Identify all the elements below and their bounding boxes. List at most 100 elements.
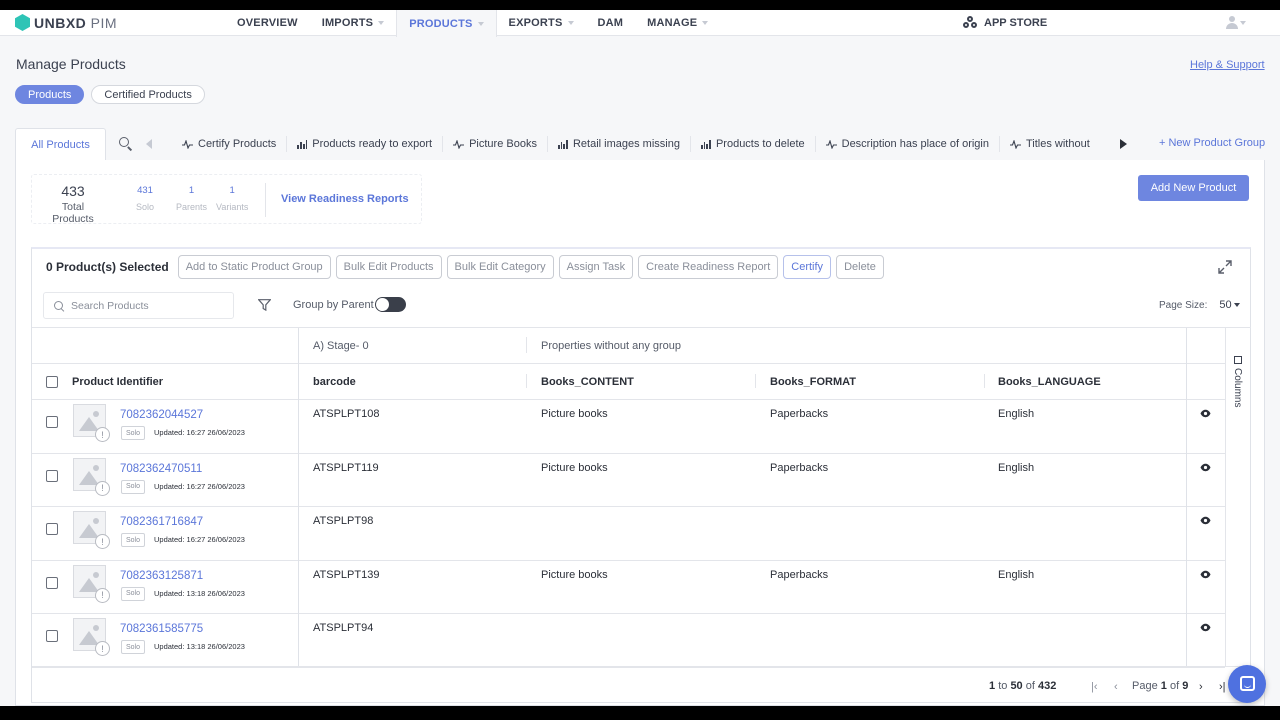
eye-icon[interactable] — [1200, 516, 1211, 525]
row-checkbox[interactable] — [46, 630, 58, 642]
group-tab[interactable]: Picture Books — [443, 136, 548, 152]
eye-icon[interactable] — [1200, 623, 1211, 632]
solo-badge: Solo — [121, 479, 146, 494]
scroll-left-icon[interactable] — [146, 139, 152, 149]
solo-badge: Solo — [121, 640, 146, 654]
row-checkbox[interactable] — [46, 416, 58, 428]
chevron-down-icon — [1240, 20, 1246, 25]
new-product-group-link[interactable]: + New Product Group — [1159, 137, 1265, 149]
search-icon[interactable] — [119, 137, 133, 151]
group-tab[interactable]: Retail images missing — [548, 136, 691, 152]
column-group-row: A) Stage- 0 Properties without any group — [32, 328, 1225, 364]
expand-icon[interactable] — [1217, 259, 1233, 275]
product-id-link[interactable]: 7082361716847 — [120, 516, 203, 528]
add-to-static-product-group-button[interactable]: Add to Static Product Group — [177, 255, 331, 279]
group-by-parent-label: Group by Parent — [293, 299, 374, 311]
group-tab-label: Description has place of origin — [841, 138, 989, 150]
nav-item-manage[interactable]: MANAGE — [635, 10, 720, 36]
nav-item-overview[interactable]: OVERVIEW — [225, 10, 310, 36]
products-table-card: 0 Product(s) Selected Add to Static Prod… — [31, 247, 1251, 703]
group-tab-label: Products to delete — [715, 138, 805, 150]
eye-icon[interactable] — [1200, 463, 1211, 472]
nav-item-products[interactable]: PRODUCTS — [396, 10, 497, 37]
group-tab[interactable]: Description has place of origin — [816, 136, 1000, 152]
group-tab-list: Certify Products Products ready to export… — [172, 128, 1100, 160]
row-checkbox[interactable] — [46, 469, 58, 482]
logo[interactable]: UNBXD PIM — [15, 14, 117, 31]
group-tab[interactable]: Certify Products — [172, 136, 288, 152]
variants-stat[interactable]: 1 Variants — [216, 185, 248, 212]
cell-format: Paperbacks — [770, 461, 829, 474]
certify-button[interactable]: Certify — [783, 255, 832, 279]
group-tab[interactable]: Titles without — [1000, 136, 1100, 152]
page-size-select[interactable]: 50 — [1219, 299, 1240, 311]
cell-language: English — [998, 461, 1035, 474]
product-id-link[interactable]: 7082361585775 — [120, 623, 203, 635]
bulk-edit-category-button[interactable]: Bulk Edit Category — [446, 255, 554, 279]
delete-button[interactable]: Delete — [836, 255, 884, 279]
filter-icon[interactable] — [258, 299, 271, 311]
header-barcode[interactable]: barcode — [313, 376, 356, 388]
product-id-link[interactable]: 7082362470511 — [120, 463, 202, 475]
solo-stat[interactable]: 431 Solo — [136, 185, 154, 212]
help-support-link[interactable]: Help & Support — [1190, 59, 1265, 71]
row-checkbox[interactable] — [46, 523, 58, 535]
first-page-icon[interactable]: |‹ — [1091, 681, 1098, 693]
certified-products-pill[interactable]: Certified Products — [91, 85, 205, 104]
total-products-stat: 433 Total Products — [40, 183, 106, 225]
next-page-icon[interactable]: › — [1199, 681, 1203, 693]
table-row[interactable]: ! 7082361585775 Solo Updated: 13:18 26/06/2… — [32, 614, 1225, 668]
table-row[interactable]: ! 7082362470511 Solo Updated: 16:27 26/06/2… — [32, 454, 1225, 507]
product-id-link[interactable]: 7082363125871 — [120, 570, 203, 582]
columns-label: Columns — [1232, 368, 1243, 408]
add-new-product-button[interactable]: Add New Product — [1138, 175, 1249, 201]
table-row[interactable]: ! 7082363125871 Solo Updated: 13:18 26/06/2… — [32, 561, 1225, 614]
app-store-button[interactable]: APP STORE — [963, 10, 1047, 36]
row-checkbox[interactable] — [46, 576, 58, 589]
chevron-down-icon — [378, 21, 385, 25]
product-view-switch: Products Certified Products — [15, 85, 205, 104]
products-pill[interactable]: Products — [15, 85, 85, 104]
group-by-parent-toggle[interactable] — [375, 297, 406, 312]
header-books-format[interactable]: Books_FORMAT — [770, 376, 856, 388]
columns-panel-toggle[interactable]: Columns — [1225, 327, 1251, 666]
header-books-language[interactable]: Books_LANGUAGE — [998, 376, 1101, 388]
assign-task-button[interactable]: Assign Task — [558, 255, 634, 279]
header-books-content[interactable]: Books_CONTENT — [541, 376, 634, 388]
search-products-input[interactable] — [71, 299, 221, 312]
app-store-label: APP STORE — [984, 17, 1048, 29]
tab-all-products[interactable]: All Products — [15, 128, 106, 161]
app-frame: UNBXD PIM OVERVIEW IMPORTS PRODUCTS EXPORTS… — [0, 10, 1280, 706]
updated-timestamp: Updated: 16:27 26/06/2023 — [154, 535, 245, 544]
cell-format: Paperbacks — [770, 568, 829, 581]
create-readiness-report-button[interactable]: Create Readiness Report — [638, 255, 779, 279]
search-products-field[interactable] — [43, 292, 234, 319]
table-row[interactable]: ! 7082362044527 Solo Updated: 16:27 26/06/2… — [32, 400, 1225, 454]
previous-page-icon[interactable]: ‹ — [1114, 681, 1118, 693]
group-tab[interactable]: Products ready to export — [287, 136, 444, 152]
actions-column-divider — [1186, 328, 1187, 667]
scroll-right-icon[interactable] — [1120, 139, 1127, 149]
user-menu[interactable] — [1226, 16, 1246, 29]
group-tab[interactable]: Products to delete — [691, 136, 816, 152]
updated-timestamp: Updated: 16:27 26/06/2023 — [154, 481, 245, 491]
parents-stat[interactable]: 1 Parents — [176, 185, 207, 212]
chat-support-button[interactable] — [1228, 665, 1266, 703]
chevron-down-icon — [477, 21, 484, 26]
eye-icon[interactable] — [1200, 570, 1211, 579]
nav-item-imports[interactable]: IMPORTS — [310, 10, 397, 36]
product-id-link[interactable]: 7082362044527 — [120, 409, 203, 421]
nav-item-dam[interactable]: DAM — [586, 10, 636, 36]
table-row[interactable]: ! 7082361716847 Solo Updated: 16:27 26/06/2… — [32, 507, 1225, 561]
logo-product: PIM — [90, 14, 118, 31]
header-product-identifier[interactable]: Product Identifier — [72, 376, 163, 388]
last-page-icon[interactable]: ›| — [1219, 681, 1226, 693]
solo-count: 431 — [137, 185, 153, 196]
view-readiness-reports-link[interactable]: View Readiness Reports — [281, 193, 409, 205]
select-all-checkbox[interactable] — [46, 376, 58, 388]
cell-barcode: ATSPLPT94 — [313, 622, 374, 634]
bulk-edit-products-button[interactable]: Bulk Edit Products — [335, 255, 442, 279]
variants-count: 1 — [229, 185, 235, 196]
nav-item-exports[interactable]: EXPORTS — [497, 10, 586, 36]
eye-icon[interactable] — [1200, 409, 1211, 418]
